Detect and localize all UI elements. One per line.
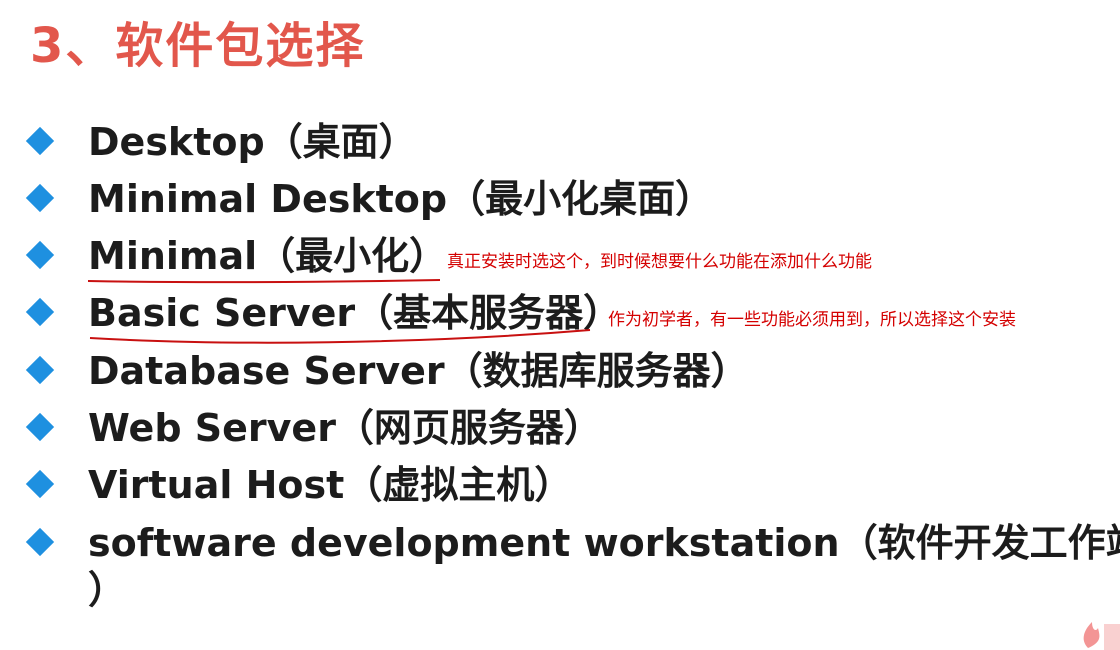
list-item-label: Web Server（网页服务器） xyxy=(88,406,602,450)
list-item: Web Server（网页服务器） xyxy=(0,406,1120,462)
diamond-bullet-icon xyxy=(25,527,55,557)
list-item: Database Server（数据库服务器） xyxy=(0,349,1120,405)
diamond-bullet-icon xyxy=(25,240,55,270)
diamond-bullet-icon xyxy=(25,297,55,327)
slide: 3、软件包选择 Desktop（桌面） Minimal Desktop（最小化桌… xyxy=(0,0,1120,650)
diamond-bullet-icon xyxy=(25,412,55,442)
annotation-note: 真正安装时选这个，到时候想要什么功能在添加什么功能 xyxy=(447,252,872,272)
annotation-note: 作为初学者，有一些功能必须用到，所以选择这个安装 xyxy=(608,310,1016,330)
list-item: Desktop（桌面） xyxy=(0,120,1120,176)
diamond-bullet-icon xyxy=(25,355,55,385)
list-item: Virtual Host（虚拟主机） xyxy=(0,463,1120,519)
list-item-label: software development workstation（软件开发工作站 xyxy=(88,521,1120,565)
list-item-label: Basic Server（基本服务器） xyxy=(88,291,622,335)
list-item-continuation: ） xyxy=(88,568,127,612)
list-item-label: Minimal Desktop（最小化桌面） xyxy=(88,177,714,221)
diamond-bullet-icon xyxy=(25,469,55,499)
list-item-label: Virtual Host（虚拟主机） xyxy=(88,463,573,507)
diamond-bullet-icon xyxy=(25,126,55,156)
list-item: Minimal Desktop（最小化桌面） xyxy=(0,177,1120,233)
diamond-bullet-icon xyxy=(25,183,55,213)
list-item-label: Desktop（桌面） xyxy=(88,120,417,164)
list-item-label: Minimal（最小化） xyxy=(88,234,448,278)
list-item-label: Database Server（数据库服务器） xyxy=(88,349,749,393)
flame-logo-icon xyxy=(1083,622,1120,650)
list-item: software development workstation（软件开发工作站 xyxy=(0,521,1120,577)
